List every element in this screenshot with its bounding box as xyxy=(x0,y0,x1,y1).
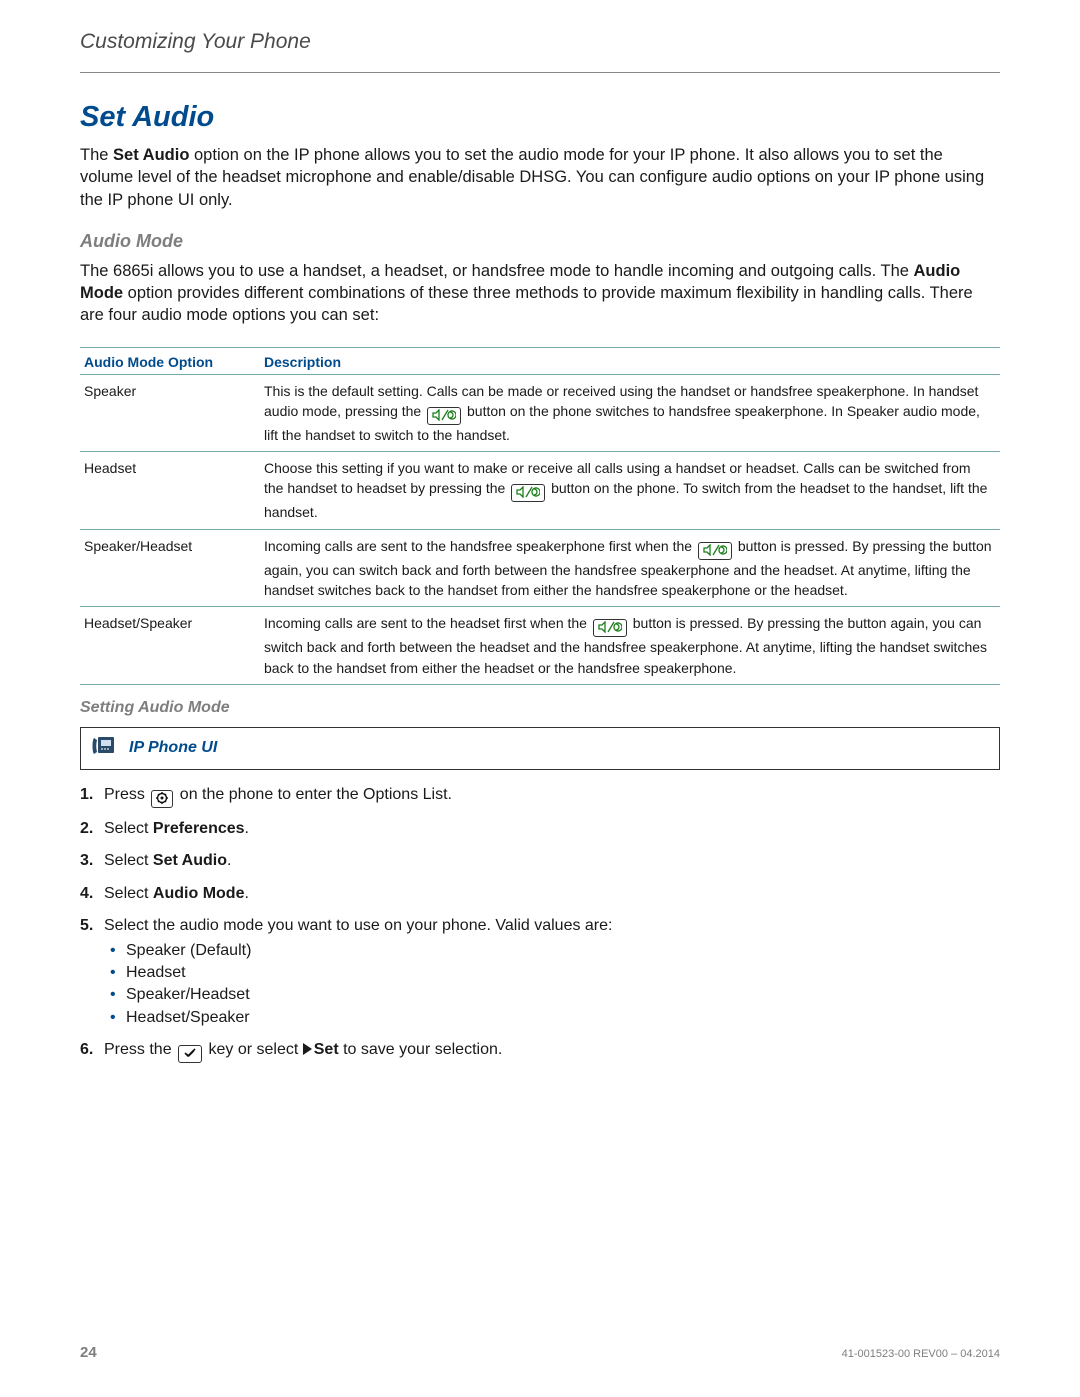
text: Press xyxy=(104,786,149,803)
speaker-key-icon xyxy=(511,484,545,502)
text-bold: Set Audio xyxy=(113,146,189,164)
steps-list: Press on the phone to enter the Options … xyxy=(80,784,1000,1063)
audio-mode-table: Audio Mode Option Description Speaker Th… xyxy=(80,347,1000,685)
text: . xyxy=(245,820,249,837)
desc-cell: This is the default setting. Calls can b… xyxy=(260,374,1000,452)
option-cell: Speaker/Headset xyxy=(80,529,260,607)
page-footer: 24 41-001523-00 REV00 – 04.2014 xyxy=(80,1344,1000,1361)
audio-mode-paragraph: The 6865i allows you to use a handset, a… xyxy=(80,260,1000,327)
text: Incoming calls are sent to the handsfree… xyxy=(264,538,696,554)
step: Press the key or select Set to save your… xyxy=(80,1039,1000,1063)
play-icon xyxy=(303,1043,312,1055)
step: Select the audio mode you want to use on… xyxy=(80,915,1000,1029)
speaker-key-icon xyxy=(698,542,732,560)
option-cell: Headset/Speaker xyxy=(80,607,260,685)
step-options: Speaker (Default) Headset Speaker/Headse… xyxy=(104,940,1000,1030)
step: Select Set Audio. xyxy=(80,850,1000,872)
option-cell: Headset xyxy=(80,452,260,530)
step: Press on the phone to enter the Options … xyxy=(80,784,1000,808)
desc-cell: Choose this setting if you want to make … xyxy=(260,452,1000,530)
text: to save your selection. xyxy=(343,1041,502,1058)
text: Press the xyxy=(104,1041,176,1058)
th-description: Description xyxy=(260,347,1000,374)
text: Select the audio mode you want to use on… xyxy=(104,917,612,934)
ip-phone-ui-box: IP Phone UI xyxy=(80,727,1000,770)
table-row: Speaker/Headset Incoming calls are sent … xyxy=(80,529,1000,607)
text-bold: Audio Mode xyxy=(153,885,245,902)
th-option: Audio Mode Option xyxy=(80,347,260,374)
text: key or select xyxy=(208,1041,302,1058)
desc-cell: Incoming calls are sent to the headset f… xyxy=(260,607,1000,685)
options-key-icon xyxy=(151,790,173,808)
text: Incoming calls are sent to the headset f… xyxy=(264,615,591,631)
subsection-heading: Setting Audio Mode xyxy=(80,699,1000,717)
subsection-heading: Audio Mode xyxy=(80,231,1000,252)
list-item: Headset xyxy=(126,962,1000,984)
header-rule xyxy=(80,72,1000,73)
chapter-title: Customizing Your Phone xyxy=(80,30,1000,72)
text: on the phone to enter the Options List. xyxy=(180,786,452,803)
speaker-key-icon xyxy=(593,619,627,637)
text: Select xyxy=(104,885,153,902)
text-bold: Preferences xyxy=(153,820,245,837)
table-row: Headset/Speaker Incoming calls are sent … xyxy=(80,607,1000,685)
list-item: Speaker (Default) xyxy=(126,940,1000,962)
text: Select xyxy=(104,820,153,837)
text: . xyxy=(244,885,248,902)
step: Select Preferences. xyxy=(80,818,1000,840)
intro-paragraph: The Set Audio option on the IP phone all… xyxy=(80,144,1000,211)
text-bold: Set xyxy=(314,1041,339,1058)
phone-icon xyxy=(91,734,117,763)
table-row: Headset Choose this setting if you want … xyxy=(80,452,1000,530)
doc-revision: 41-001523-00 REV00 – 04.2014 xyxy=(842,1348,1000,1360)
speaker-key-icon xyxy=(427,407,461,425)
page-number: 24 xyxy=(80,1344,97,1361)
list-item: Headset/Speaker xyxy=(126,1007,1000,1029)
check-key-icon xyxy=(178,1045,202,1063)
text: The 6865i allows you to use a handset, a… xyxy=(80,262,914,280)
text: option on the IP phone allows you to set… xyxy=(80,146,984,209)
text-bold: Set Audio xyxy=(153,852,227,869)
text: . xyxy=(227,852,231,869)
list-item: Speaker/Headset xyxy=(126,984,1000,1006)
section-heading: Set Audio xyxy=(80,101,1000,134)
desc-cell: Incoming calls are sent to the handsfree… xyxy=(260,529,1000,607)
option-cell: Speaker xyxy=(80,374,260,452)
text: Select xyxy=(104,852,153,869)
table-row: Speaker This is the default setting. Cal… xyxy=(80,374,1000,452)
step: Select Audio Mode. xyxy=(80,883,1000,905)
ip-phone-ui-label: IP Phone UI xyxy=(129,739,217,757)
text: option provides different combinations o… xyxy=(80,284,973,324)
text: The xyxy=(80,146,113,164)
